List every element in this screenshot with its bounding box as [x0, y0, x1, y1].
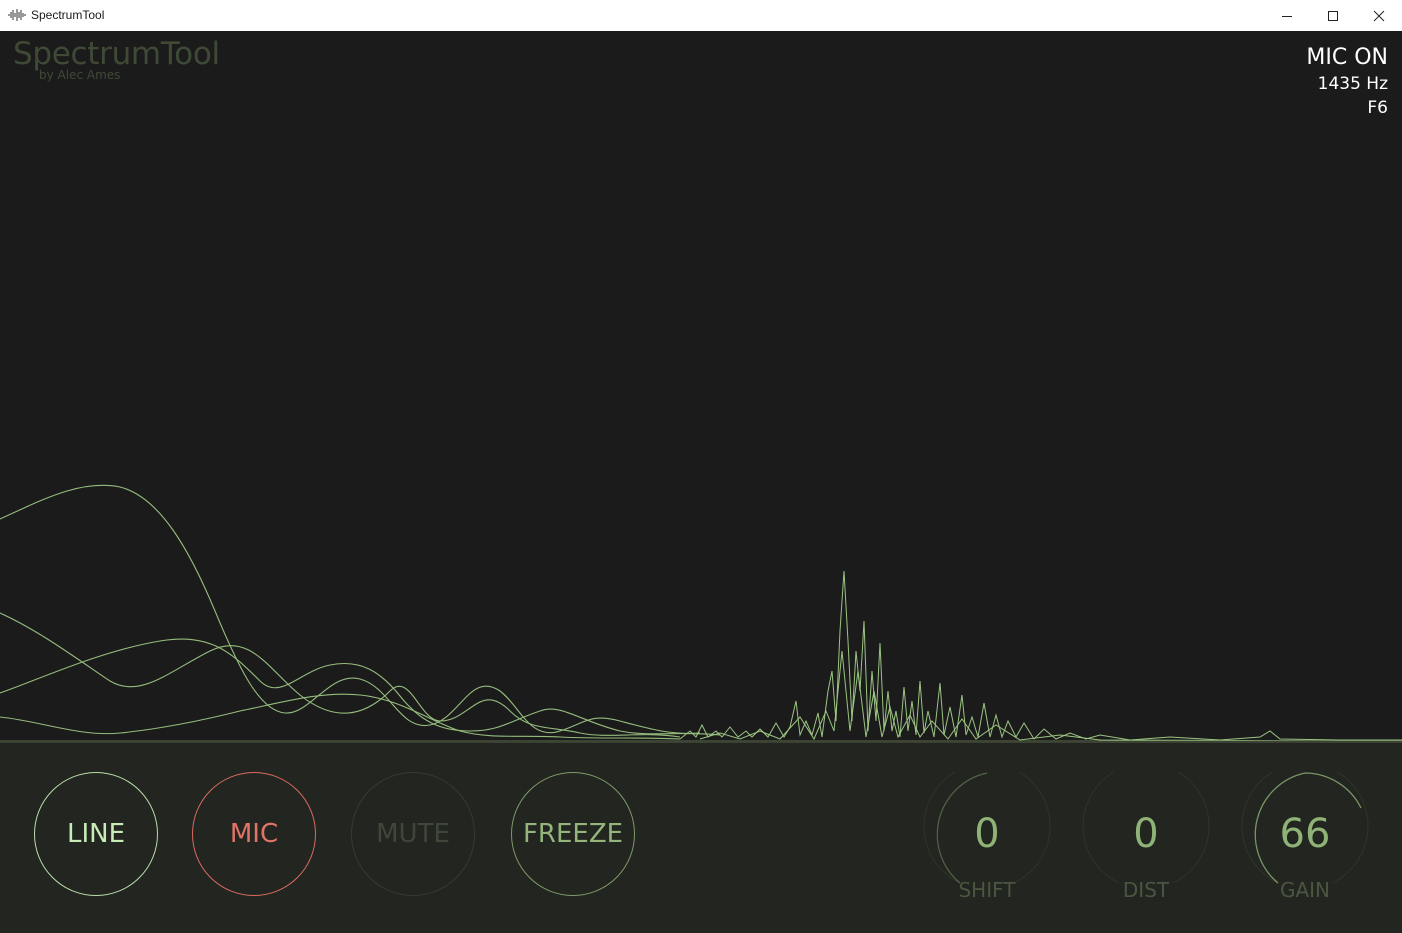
gain-knob[interactable]: 66 GAIN	[1241, 772, 1369, 902]
status-readout: MIC ON 1435 Hz F6	[1306, 44, 1388, 120]
brand-title: SpectrumTool	[13, 36, 220, 72]
brand-logo: SpectrumTool by Alec Ames	[13, 36, 220, 82]
spectrum-fine-detail-2	[699, 650, 1402, 742]
mute-button[interactable]: MUTE	[351, 772, 475, 896]
waveform-icon	[8, 9, 26, 21]
shift-value: 0	[974, 811, 1000, 857]
freeze-button[interactable]: FREEZE	[511, 772, 635, 896]
spectrum-curve-3	[0, 638, 721, 736]
minimize-button[interactable]	[1264, 0, 1310, 31]
dist-value: 0	[1133, 811, 1159, 857]
spectrum-fine-detail	[679, 570, 1402, 741]
line-button[interactable]: LINE	[34, 772, 158, 896]
title-bar[interactable]: SpectrumTool	[0, 0, 1402, 32]
shift-knob[interactable]: 0 SHIFT	[923, 772, 1051, 902]
spectrum-curve-1	[0, 484, 701, 734]
spectrum-graph	[0, 484, 1402, 742]
maximize-icon	[1328, 10, 1338, 21]
shift-label: SHIFT	[958, 878, 1016, 902]
maximize-button[interactable]	[1310, 0, 1356, 31]
gain-value: 66	[1279, 811, 1331, 857]
close-button[interactable]	[1356, 0, 1402, 31]
spectrum-curve-2	[0, 612, 681, 738]
minimize-icon	[1282, 15, 1292, 17]
close-icon	[1373, 10, 1385, 21]
window-title: SpectrumTool	[31, 8, 105, 22]
note-readout: F6	[1367, 98, 1388, 118]
gain-label: GAIN	[1279, 878, 1331, 902]
mic-button[interactable]: MIC	[192, 772, 316, 896]
brand-subtitle: by Alec Ames	[39, 68, 121, 82]
dist-label: DIST	[1122, 878, 1170, 902]
dist-knob[interactable]: 0 DIST	[1082, 772, 1210, 902]
frequency-readout: 1435 Hz	[1317, 74, 1388, 94]
mic-status: MIC ON	[1306, 45, 1388, 70]
